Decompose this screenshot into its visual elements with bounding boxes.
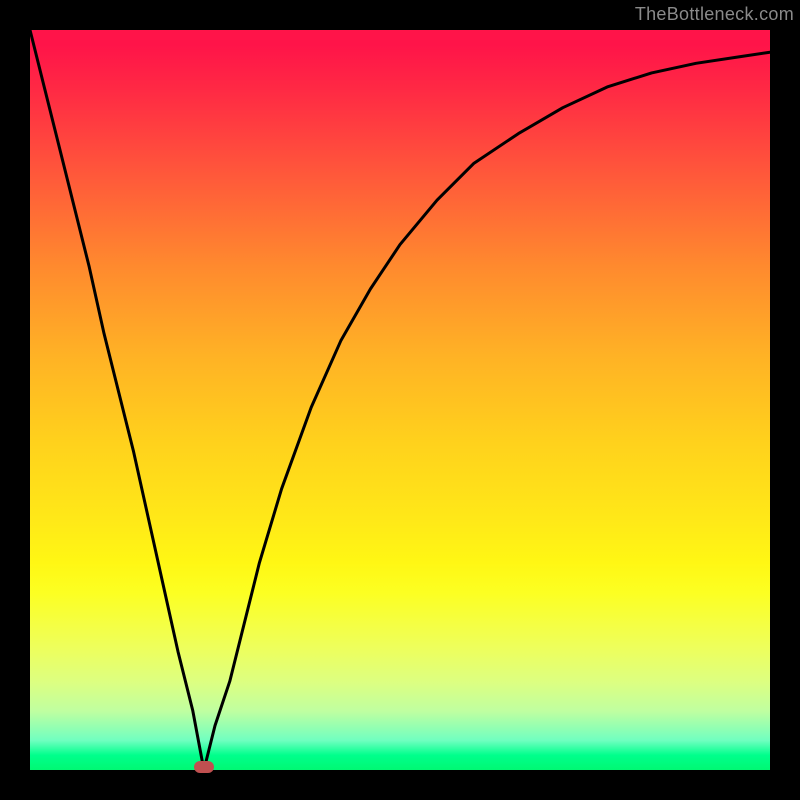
curve-svg [30,30,770,770]
minimum-marker [194,761,214,773]
bottleneck-curve [30,30,770,770]
plot-area [30,30,770,770]
watermark-text: TheBottleneck.com [635,4,794,25]
chart-frame: TheBottleneck.com [0,0,800,800]
